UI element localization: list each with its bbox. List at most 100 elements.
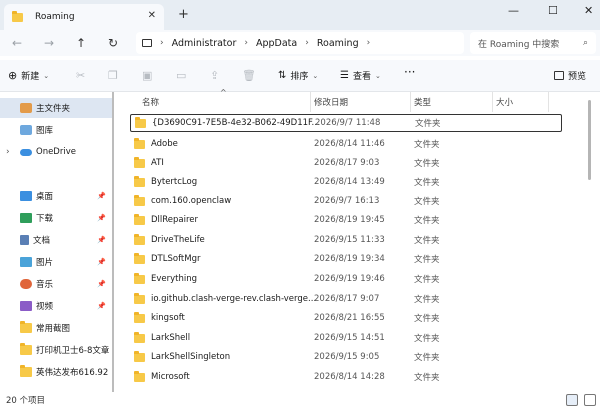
column-divider[interactable] [310, 92, 311, 112]
back-icon[interactable]: ← [12, 36, 22, 50]
folder-icon [134, 331, 145, 343]
column-header-name[interactable]: 名称 [142, 96, 159, 108]
view-label: 查看 [352, 72, 371, 82]
file-name: DriveTheLife [151, 235, 205, 245]
pin-icon[interactable]: 📌 [97, 192, 106, 200]
rename-icon[interactable]: ▭ [176, 69, 186, 82]
file-type: 文件夹 [414, 178, 440, 188]
pin-icon[interactable]: 📌 [97, 280, 106, 288]
nav-item-documents[interactable]: 文档 📌 [0, 230, 114, 250]
file-type: 文件夹 [414, 314, 440, 324]
sort-label: 排序 [290, 72, 309, 82]
file-row[interactable]: ATI 2026/8/17 9:03 文件夹 [130, 153, 562, 173]
column-divider[interactable] [548, 92, 549, 112]
file-row[interactable]: LarkShell 2026/9/15 14:51 文件夹 [130, 328, 562, 348]
delete-icon[interactable]: 🗑 [242, 69, 256, 82]
file-row[interactable]: BytertcLog 2026/8/14 13:49 文件夹 [130, 172, 562, 192]
chevron-right-icon[interactable]: › [305, 38, 309, 48]
nav-item-onedrive[interactable]: › OneDrive [0, 142, 114, 162]
share-icon[interactable]: ⇪ [210, 69, 219, 82]
new-button[interactable]: ⊕ 新建 ⌄ [8, 69, 49, 82]
file-row[interactable]: DriveTheLife 2026/9/15 11:33 文件夹 [130, 230, 562, 250]
nav-item-nvidia-folder[interactable]: 英伟达发布616.92 [0, 362, 114, 382]
paste-icon[interactable]: ▣ [142, 69, 152, 82]
file-name: ATI [151, 158, 164, 168]
column-divider[interactable] [492, 92, 493, 112]
nav-item-gallery[interactable]: 图库 [0, 120, 114, 140]
nav-item-label: OneDrive [36, 147, 76, 157]
file-date: 2026/9/7 11:48 [315, 118, 381, 128]
file-date: 2026/8/21 16:55 [314, 313, 385, 323]
nav-item-label: 常用截图 [36, 324, 71, 334]
file-name: LarkShell [151, 333, 191, 343]
file-date: 2026/9/15 11:33 [314, 235, 385, 245]
sort-button[interactable]: ⇅ 排序 ⌄ [278, 69, 318, 82]
new-label: 新建 [21, 72, 40, 82]
nav-item-videos[interactable]: 视频 📌 [0, 296, 114, 316]
pc-icon[interactable] [142, 39, 152, 47]
new-tab-button[interactable]: + [178, 7, 189, 22]
chevron-right-icon[interactable]: › [160, 38, 164, 48]
forward-icon[interactable]: → [44, 36, 54, 50]
nav-item-home[interactable]: 主文件夹 [0, 98, 114, 118]
maximize-button[interactable]: ☐ [548, 4, 558, 17]
refresh-icon[interactable]: ↻ [108, 36, 118, 50]
minimize-button[interactable]: — [508, 4, 519, 17]
chevron-down-icon: ⌄ [374, 71, 381, 80]
file-row[interactable]: DllRepairer 2026/8/19 19:45 文件夹 [130, 210, 562, 230]
column-header-size[interactable]: 大小 [496, 96, 513, 108]
file-row[interactable]: com.160.openclaw 2026/9/7 16:13 文件夹 [130, 191, 562, 211]
tab-title: Roaming [35, 12, 75, 22]
copy-icon[interactable]: ❐ [108, 69, 118, 82]
file-row[interactable]: Everything 2026/9/19 19:46 文件夹 [130, 269, 562, 289]
file-row[interactable]: io.github.clash-verge-rev.clash-verge...… [130, 289, 562, 309]
cut-icon[interactable]: ✂ [76, 69, 85, 82]
nav-item-desktop[interactable]: 桌面 📌 [0, 186, 114, 206]
pin-icon[interactable]: 📌 [97, 236, 106, 244]
tiles-view-icon[interactable] [584, 394, 596, 406]
up-icon[interactable]: ↑ [76, 36, 86, 50]
chevron-right-icon[interactable]: › [6, 147, 10, 157]
breadcrumb-item[interactable]: Roaming [317, 38, 359, 49]
list-scrollbar[interactable] [588, 100, 591, 180]
nav-item-downloads[interactable]: 下载 📌 [0, 208, 114, 228]
pin-icon[interactable]: 📌 [97, 214, 106, 222]
pin-icon[interactable]: 📌 [97, 258, 106, 266]
breadcrumb[interactable]: › Administrator › AppData › Roaming › [136, 32, 464, 54]
view-button[interactable]: ☰ 查看 ⌄ [340, 69, 381, 82]
nav-item-music[interactable]: 音乐 📌 [0, 274, 114, 294]
nav-item-label: 图片 [36, 258, 54, 268]
details-view-icon[interactable] [566, 394, 578, 406]
breadcrumb-item[interactable]: Administrator [172, 38, 237, 49]
file-row[interactable]: Adobe 2026/8/14 11:46 文件夹 [130, 134, 562, 154]
nav-item-screenshots[interactable]: 常用截图 [0, 318, 114, 338]
column-divider[interactable] [410, 92, 411, 112]
folder-icon [135, 116, 146, 128]
search-input[interactable]: 在 Roaming 中搜索 ⌕ [470, 32, 596, 54]
pin-icon[interactable]: 📌 [97, 302, 106, 310]
file-row[interactable]: DTLSoftMgr 2026/8/19 19:34 文件夹 [130, 249, 562, 269]
tab-roaming[interactable]: Roaming ✕ [4, 4, 164, 30]
preview-button[interactable]: 预览 [554, 69, 586, 82]
column-header-type[interactable]: 类型 [414, 96, 431, 108]
file-type: 文件夹 [414, 140, 440, 150]
chevron-down-icon: ⌄ [312, 71, 319, 80]
preview-label: 预览 [568, 72, 587, 82]
tab-close-icon[interactable]: ✕ [148, 10, 156, 21]
download-icon [20, 213, 32, 223]
more-options-button[interactable]: ··· [404, 65, 415, 79]
column-header-date[interactable]: 修改日期 [314, 96, 348, 108]
file-date: 2026/8/19 19:34 [314, 254, 385, 264]
nav-item-printer-folder[interactable]: 打印机卫士6-8文章 [0, 340, 114, 360]
plus-circle-icon: ⊕ [8, 69, 18, 82]
file-date: 2026/8/14 14:28 [314, 372, 385, 382]
file-row[interactable]: LarkShellSingleton 2026/9/15 9:05 文件夹 [130, 347, 562, 367]
file-row[interactable]: {D3690C91-7E5B-4e32-B062-49D11F... 2026/… [130, 114, 562, 132]
close-button[interactable]: ✕ [584, 4, 593, 17]
file-row[interactable]: Microsoft 2026/8/14 14:28 文件夹 [130, 367, 562, 387]
file-row[interactable]: kingsoft 2026/8/21 16:55 文件夹 [130, 308, 562, 328]
breadcrumb-item[interactable]: AppData [256, 38, 297, 49]
chevron-right-icon[interactable]: › [367, 38, 371, 48]
nav-item-pictures[interactable]: 图片 📌 [0, 252, 114, 272]
chevron-right-icon[interactable]: › [244, 38, 248, 48]
